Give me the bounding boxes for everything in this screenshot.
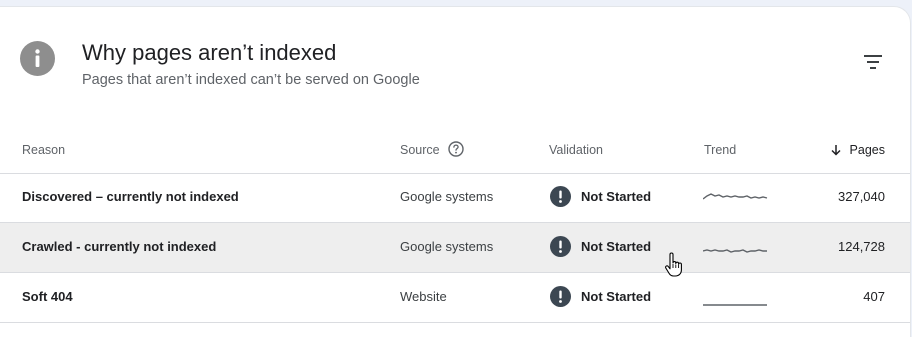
row-reason: Crawled - currently not indexed — [22, 239, 217, 254]
exclamation-icon — [550, 286, 571, 307]
validation-status: Not Started — [581, 239, 652, 254]
trend-sparkline — [703, 304, 767, 306]
card-header: Why pages aren’t indexed Pages that aren… — [0, 7, 910, 117]
arrow-down-icon — [831, 145, 841, 156]
column-header-validation[interactable]: Validation — [549, 143, 603, 157]
row-validation: Not Started — [550, 186, 651, 207]
validation-status: Not Started — [581, 289, 652, 304]
row-reason: Discovered – currently not indexed — [22, 189, 239, 204]
row-pages: 124,728 — [838, 239, 885, 254]
table-row[interactable]: Discovered – currently not indexed Googl… — [0, 173, 910, 223]
info-icon — [20, 41, 55, 76]
help-icon[interactable] — [448, 141, 464, 157]
row-validation: Not Started — [550, 236, 651, 257]
column-header-pages-label: Pages — [849, 143, 885, 157]
validation-status: Not Started — [581, 189, 652, 204]
row-reason: Soft 404 — [22, 289, 73, 304]
row-validation: Not Started — [550, 286, 651, 307]
table-row[interactable]: Crawled - currently not indexed Google s… — [0, 223, 910, 273]
row-source: Website — [400, 289, 447, 304]
page-subtitle: Pages that aren’t indexed can’t be serve… — [82, 72, 420, 88]
exclamation-icon — [550, 236, 571, 257]
column-header-source[interactable]: Source — [400, 143, 440, 157]
row-pages: 407 — [863, 289, 885, 304]
trend-sparkline — [703, 193, 768, 200]
page-title: Why pages aren’t indexed — [82, 40, 337, 65]
exclamation-icon — [550, 186, 571, 207]
row-source: Google systems — [400, 189, 494, 204]
row-pages: 327,040 — [838, 189, 885, 204]
column-header-pages[interactable]: Pages — [830, 143, 885, 157]
filter-icon[interactable] — [858, 51, 888, 73]
row-source: Google systems — [400, 239, 494, 254]
table-header: Reason Source Validation Trend Pages — [0, 125, 910, 174]
trend-sparkline — [703, 249, 767, 253]
column-header-trend: Trend — [704, 143, 737, 157]
column-header-reason[interactable]: Reason — [22, 143, 65, 157]
report-card: Why pages aren’t indexed Pages that aren… — [0, 7, 910, 337]
table-row[interactable]: Soft 404 Website Not Started 407 — [0, 273, 910, 323]
